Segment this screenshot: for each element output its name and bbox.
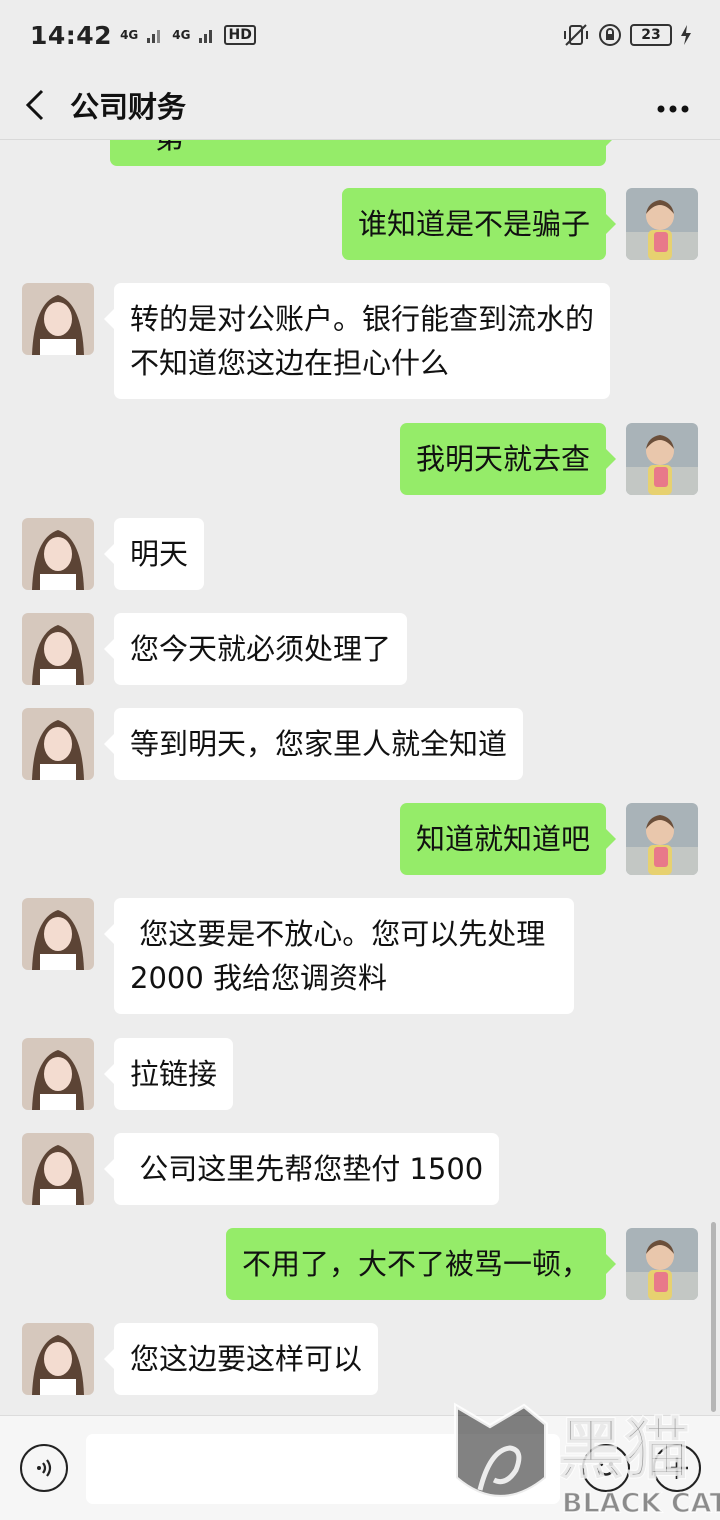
avatar-self[interactable]	[626, 423, 698, 495]
emoji-button[interactable]	[582, 1444, 630, 1492]
message-bubble-sent[interactable]: 谁知道是不是骗子	[341, 188, 617, 260]
emoji-icon	[598, 1461, 614, 1476]
message-text: 等到明天，您家里人就全知道	[130, 727, 508, 761]
input-bar	[0, 1415, 720, 1520]
plus-icon	[666, 1457, 688, 1479]
more-options-button[interactable]	[656, 90, 690, 120]
avatar-contact[interactable]	[22, 613, 94, 685]
message-list[interactable]: 一第 谁知道是不是骗子 转的是对公账户。银行能查到流水的 不知道您这边在担心什么…	[0, 140, 720, 1415]
avatar-contact[interactable]	[22, 898, 94, 970]
more-horizontal-icon	[657, 105, 689, 113]
status-time: 14:42	[30, 20, 113, 50]
message-bubble-received[interactable]: 您今天就必须处理了	[103, 613, 408, 685]
avatar-contact[interactable]	[22, 518, 94, 590]
message-bubble-sent[interactable]: 一第	[110, 140, 616, 166]
more-functions-button[interactable]	[653, 1444, 701, 1492]
message-bubble-received[interactable]: 转的是对公账户。银行能查到流水的 不知道您这边在担心什么	[104, 283, 610, 399]
scrollbar[interactable]	[711, 1222, 716, 1412]
back-button[interactable]	[0, 70, 70, 140]
network-4g-label: 4G	[120, 28, 139, 42]
message-text: 谁知道是不是骗子	[357, 207, 590, 241]
chat-title: 公司财务	[70, 89, 187, 124]
message-text: 我明天就去查	[415, 442, 590, 476]
voice-icon	[37, 1459, 52, 1477]
message-input[interactable]	[86, 1434, 560, 1504]
avatar-self[interactable]	[626, 803, 698, 875]
avatar-contact[interactable]	[22, 1038, 94, 1110]
avatar-self[interactable]	[626, 1228, 698, 1300]
message-text: 拉链接	[130, 1057, 218, 1091]
avatar-self[interactable]	[626, 188, 698, 260]
message-text: 一第	[126, 140, 184, 155]
message-text: 知道就知道吧	[415, 822, 590, 856]
message-text: 您今天就必须处理了	[130, 632, 392, 666]
hd-label: HD	[224, 25, 256, 45]
signal-icon-2	[199, 30, 213, 43]
message-text: 您这边要这样可以	[130, 1342, 363, 1376]
message-bubble-received[interactable]: 公司这里先帮您垫付 1500	[103, 1133, 500, 1205]
message-bubble-sent[interactable]: 知道就知道吧	[399, 803, 617, 875]
network-4g-label-2: 4G	[172, 28, 191, 42]
lock-rotation-icon	[599, 24, 621, 46]
avatar-contact[interactable]	[22, 1323, 94, 1395]
message-text: 明天	[130, 537, 189, 571]
avatar-contact[interactable]	[22, 708, 94, 780]
chevron-left-icon	[25, 89, 44, 120]
message-bubble-received[interactable]: 拉链接	[103, 1038, 234, 1110]
message-text: 不用了，大不了被骂一顿，	[241, 1247, 590, 1281]
message-bubble-received[interactable]: 明天	[103, 518, 205, 590]
vibrate-mute-icon	[564, 24, 588, 46]
message-text: 公司这里先帮您垫付 1500	[130, 1152, 484, 1186]
chat-header: 公司财务	[0, 70, 720, 140]
voice-button[interactable]	[20, 1444, 68, 1492]
message-text: 您这要是不放心。您可以先处理2000 我给您调资料	[130, 917, 546, 995]
message-text: 转的是对公账户。银行能查到流水的 不知道您这边在担心什么	[130, 302, 595, 380]
message-bubble-received[interactable]: 等到明天，您家里人就全知道	[103, 708, 524, 780]
avatar-contact[interactable]	[22, 1133, 94, 1205]
status-bar: 14:42 4G 4G HD 23	[0, 0, 720, 70]
message-bubble-sent[interactable]: 不用了，大不了被骂一顿，	[225, 1228, 617, 1300]
charging-icon	[681, 25, 691, 45]
battery-indicator: 23	[630, 24, 672, 46]
message-bubble-received[interactable]: 您这要是不放心。您可以先处理2000 我给您调资料	[104, 898, 574, 1014]
message-bubble-sent[interactable]: 我明天就去查	[399, 423, 617, 495]
signal-icon	[147, 30, 161, 43]
message-bubble-received[interactable]: 您这边要这样可以	[103, 1323, 379, 1395]
avatar-contact[interactable]	[22, 283, 94, 355]
